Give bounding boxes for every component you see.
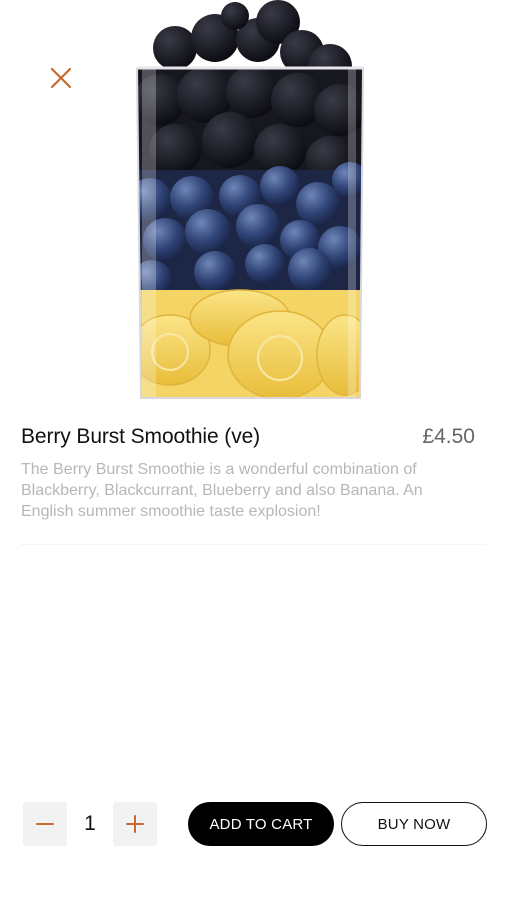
quantity-value: 1	[84, 812, 96, 835]
close-button[interactable]	[48, 65, 74, 91]
minus-icon	[36, 823, 54, 825]
product-header: Berry Burst Smoothie (ve) £4.50	[21, 420, 475, 454]
product-image	[130, 0, 370, 400]
product-price: £4.50	[422, 425, 475, 448]
plus-icon	[126, 815, 144, 833]
purchase-bar: 1 ADD TO CART BUY NOW	[0, 800, 507, 850]
product-name: Berry Burst Smoothie (ve)	[21, 425, 261, 448]
buy-now-button[interactable]: BUY NOW	[341, 802, 487, 846]
increase-quantity-button[interactable]	[113, 802, 157, 846]
close-icon	[50, 67, 72, 89]
add-to-cart-button[interactable]: ADD TO CART	[188, 802, 334, 846]
divider	[21, 544, 486, 545]
decrease-quantity-button[interactable]	[23, 802, 67, 846]
product-description: The Berry Burst Smoothie is a wonderful …	[21, 461, 423, 520]
